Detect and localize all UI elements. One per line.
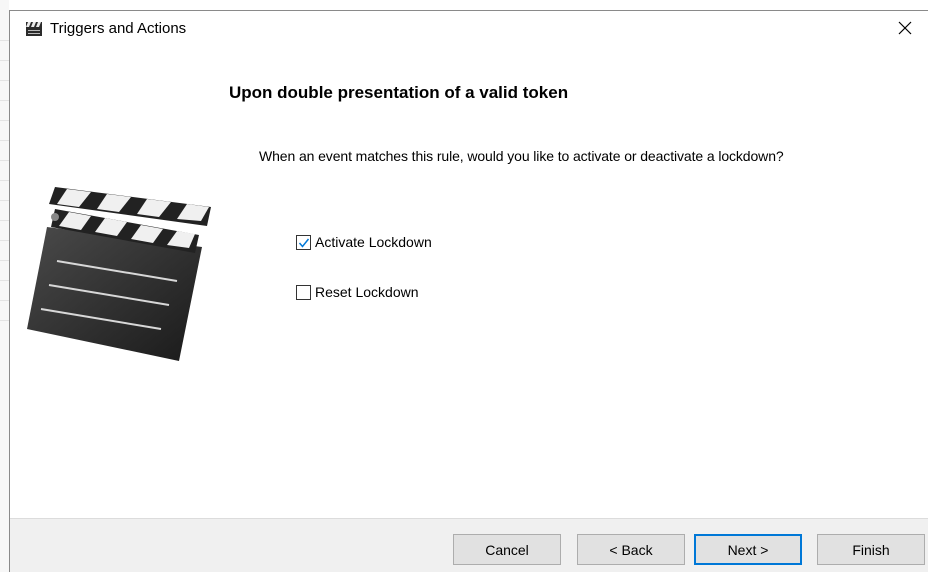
wizard-footer: Cancel < Back Next > Finish xyxy=(10,518,928,572)
close-button[interactable] xyxy=(882,11,928,49)
cancel-button[interactable]: Cancel xyxy=(453,534,561,565)
reset-lockdown-option[interactable]: Reset Lockdown xyxy=(296,284,419,300)
background-app-strip xyxy=(0,0,9,572)
checkmark-icon xyxy=(298,238,310,248)
wizard-dialog: Triggers and Actions Upon double present… xyxy=(9,10,928,572)
finish-button[interactable]: Finish xyxy=(817,534,925,565)
reset-lockdown-label: Reset Lockdown xyxy=(315,284,419,300)
window-title: Triggers and Actions xyxy=(50,20,187,37)
activate-lockdown-label: Activate Lockdown xyxy=(315,234,432,250)
page-question: When an event matches this rule, would y… xyxy=(259,148,784,164)
next-button[interactable]: Next > xyxy=(694,534,802,565)
title-bar[interactable]: Triggers and Actions xyxy=(10,11,928,49)
reset-lockdown-checkbox[interactable] xyxy=(296,284,311,300)
close-icon xyxy=(898,21,912,40)
clapperboard-illustration xyxy=(19,169,219,369)
clapperboard-icon xyxy=(25,21,43,37)
screen: Triggers and Actions Upon double present… xyxy=(0,0,928,572)
activate-lockdown-option[interactable]: Activate Lockdown xyxy=(296,234,432,250)
back-button[interactable]: < Back xyxy=(577,534,685,565)
activate-lockdown-checkbox[interactable] xyxy=(296,234,311,250)
page-heading: Upon double presentation of a valid toke… xyxy=(229,83,569,102)
